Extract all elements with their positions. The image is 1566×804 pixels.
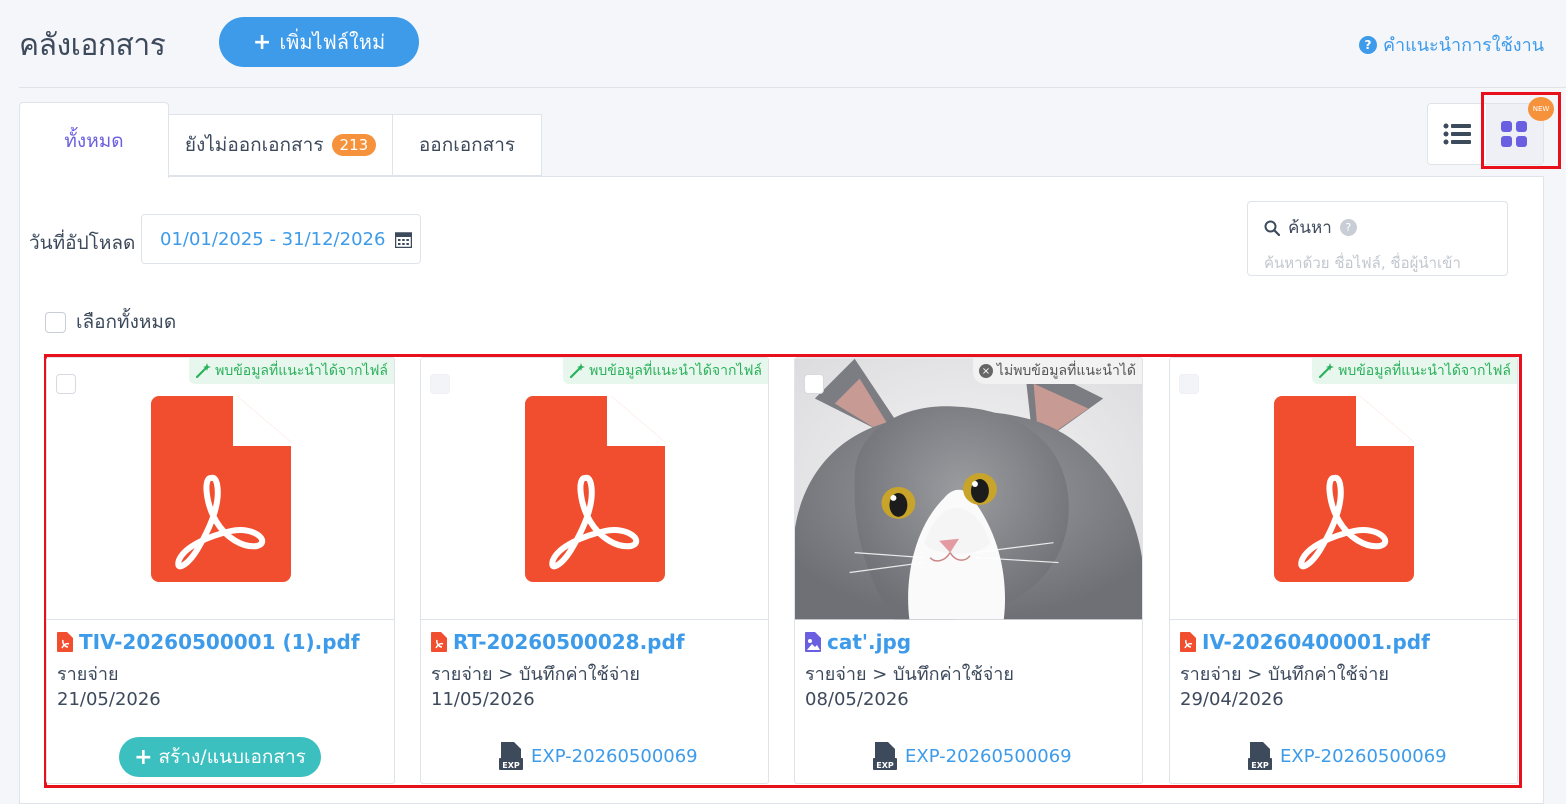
- search-help-icon[interactable]: ?: [1339, 219, 1357, 236]
- svg-text:EXP: EXP: [1251, 761, 1269, 770]
- expense-doc-number: EXP-20260500069: [905, 745, 1072, 767]
- create-attach-label: สร้าง/แนบเอกสาร: [158, 746, 306, 768]
- magic-wand-icon: [1319, 363, 1335, 379]
- cat-photo: [795, 358, 1142, 619]
- file-card[interactable]: พบข้อมูลที่แนะนำได้จากไฟล์ RT-2026050002…: [420, 357, 769, 784]
- file-category: รายจ่าย > บันทึกค่าใช้จ่าย: [1180, 664, 1389, 685]
- expense-doc-link[interactable]: EXP EXP-20260500069: [499, 742, 698, 770]
- ai-tag-label: พบข้อมูลที่แนะนำได้จากไฟล์: [1338, 363, 1511, 379]
- pdf-small-icon: [431, 632, 447, 652]
- expense-doc-link[interactable]: EXP EXP-20260500069: [1248, 742, 1447, 770]
- file-card[interactable]: × ไม่พบข้อมูลที่แนะนำได้ cat'.jpg รายจ่า…: [794, 357, 1143, 784]
- question-icon: ?: [1358, 35, 1377, 54]
- image-file-icon: [805, 632, 821, 652]
- file-date: 29/04/2026: [1180, 689, 1284, 710]
- file-name-link[interactable]: RT-20260500028.pdf: [431, 630, 685, 654]
- help-link-label: คำแนะนำการใช้งาน: [1382, 35, 1544, 56]
- tab-all[interactable]: ทั้งหมด: [19, 102, 169, 178]
- file-thumbnail[interactable]: พบข้อมูลที่แนะนำได้จากไฟล์: [1170, 358, 1517, 620]
- svg-text:EXP: EXP: [502, 761, 520, 770]
- file-category: รายจ่าย > บันทึกค่าใช้จ่าย: [431, 664, 640, 685]
- add-file-button[interactable]: + เพิ่มไฟล์ใหม่: [219, 17, 419, 67]
- tab-not-issued-label: ยังไม่ออกเอกสาร: [184, 134, 324, 156]
- pdf-file-icon: [1273, 395, 1414, 582]
- list-icon: [1443, 123, 1471, 145]
- search-input[interactable]: ค้นหา ? ค้นหาด้วย ชื่อไฟล์, ชื่อผู้นำเข้…: [1247, 201, 1508, 276]
- file-name-link[interactable]: TIV-20260500001 (1).pdf: [57, 630, 360, 654]
- card-checkbox[interactable]: [804, 374, 824, 394]
- file-category: รายจ่าย: [57, 664, 119, 685]
- expense-doc-icon: EXP: [873, 742, 897, 770]
- header-divider: [19, 87, 1566, 88]
- date-range-value: 01/01/2025 - 31/12/2026: [160, 228, 386, 250]
- pdf-small-icon: [57, 632, 73, 652]
- plus-icon: +: [252, 29, 272, 55]
- search-icon: [1264, 220, 1280, 236]
- pdf-small-icon: [1180, 632, 1196, 652]
- tab-issued[interactable]: ออกเอกสาร: [392, 114, 542, 176]
- ai-suggestion-tag: พบข้อมูลที่แนะนำได้จากไฟล์: [1312, 358, 1517, 384]
- magic-wand-icon: [196, 363, 212, 379]
- search-placeholder: ค้นหาด้วย ชื่อไฟล์, ชื่อผู้นำเข้า: [1264, 254, 1461, 272]
- expense-doc-icon: EXP: [499, 742, 523, 770]
- file-name: cat'.jpg: [827, 630, 912, 654]
- file-name: IV-20260400001.pdf: [1202, 630, 1430, 654]
- date-filter-label: วันที่อัปโหลด: [29, 232, 136, 254]
- pdf-file-icon: [524, 395, 665, 582]
- tab-all-label: ทั้งหมด: [64, 129, 124, 152]
- file-thumbnail[interactable]: × ไม่พบข้อมูลที่แนะนำได้: [795, 358, 1142, 620]
- pdf-file-icon: [150, 395, 291, 582]
- tab-not-issued[interactable]: ยังไม่ออกเอกสาร 213: [168, 114, 393, 176]
- file-card[interactable]: พบข้อมูลที่แนะนำได้จากไฟล์ TIV-202605000…: [46, 357, 395, 784]
- file-date: 21/05/2026: [57, 689, 161, 710]
- ai-suggestion-tag: พบข้อมูลที่แนะนำได้จากไฟล์: [189, 358, 394, 384]
- search-label: ค้นหา: [1288, 218, 1332, 238]
- help-link[interactable]: ? คำแนะนำการใช้งาน: [1358, 30, 1544, 59]
- select-all-checkbox[interactable]: [45, 311, 66, 333]
- date-range-picker[interactable]: 01/01/2025 - 31/12/2026: [141, 214, 421, 264]
- file-date: 11/05/2026: [431, 689, 535, 710]
- file-category: รายจ่าย > บันทึกค่าใช้จ่าย: [805, 664, 1014, 685]
- file-name-link[interactable]: cat'.jpg: [805, 630, 911, 654]
- magic-wand-icon: [570, 363, 586, 379]
- ai-suggestion-tag: พบข้อมูลที่แนะนำได้จากไฟล์: [563, 358, 768, 384]
- file-name-link[interactable]: IV-20260400001.pdf: [1180, 630, 1430, 654]
- calendar-icon: [395, 231, 413, 248]
- add-file-label: เพิ่มไฟล์ใหม่: [279, 30, 386, 54]
- file-date: 08/05/2026: [805, 689, 909, 710]
- ai-tag-label: พบข้อมูลที่แนะนำได้จากไฟล์: [589, 363, 762, 379]
- ai-tag-label: พบข้อมูลที่แนะนำได้จากไฟล์: [215, 363, 388, 379]
- tab-issued-label: ออกเอกสาร: [418, 134, 516, 156]
- list-view-button[interactable]: [1428, 104, 1486, 164]
- file-name: TIV-20260500001 (1).pdf: [79, 630, 360, 654]
- file-thumbnail[interactable]: พบข้อมูลที่แนะนำได้จากไฟล์: [421, 358, 768, 620]
- page-title: คลังเอกสาร: [19, 28, 166, 63]
- select-all-label: เลือกทั้งหมด: [76, 311, 177, 333]
- close-circle-icon: ×: [978, 364, 993, 378]
- select-all[interactable]: เลือกทั้งหมด: [45, 307, 176, 337]
- ai-suggestion-tag: × ไม่พบข้อมูลที่แนะนำได้: [972, 358, 1142, 384]
- file-name: RT-20260500028.pdf: [453, 630, 685, 654]
- ai-tag-label: ไม่พบข้อมูลที่แนะนำได้: [996, 363, 1136, 379]
- highlight-box: [1481, 92, 1561, 169]
- expense-doc-link[interactable]: EXP EXP-20260500069: [873, 742, 1072, 770]
- card-checkbox[interactable]: [1179, 374, 1199, 394]
- card-checkbox[interactable]: [430, 374, 450, 394]
- expense-doc-number: EXP-20260500069: [531, 745, 698, 767]
- file-thumbnail[interactable]: พบข้อมูลที่แนะนำได้จากไฟล์: [47, 358, 394, 620]
- count-badge: 213: [331, 134, 377, 156]
- expense-doc-icon: EXP: [1248, 742, 1272, 770]
- create-attach-button[interactable]: + สร้าง/แนบเอกสาร: [119, 737, 321, 777]
- file-card[interactable]: พบข้อมูลที่แนะนำได้จากไฟล์ IV-2026040000…: [1169, 357, 1518, 784]
- card-checkbox[interactable]: [56, 374, 76, 394]
- plus-icon: +: [134, 744, 153, 770]
- expense-doc-number: EXP-20260500069: [1280, 745, 1447, 767]
- svg-text:EXP: EXP: [876, 761, 894, 770]
